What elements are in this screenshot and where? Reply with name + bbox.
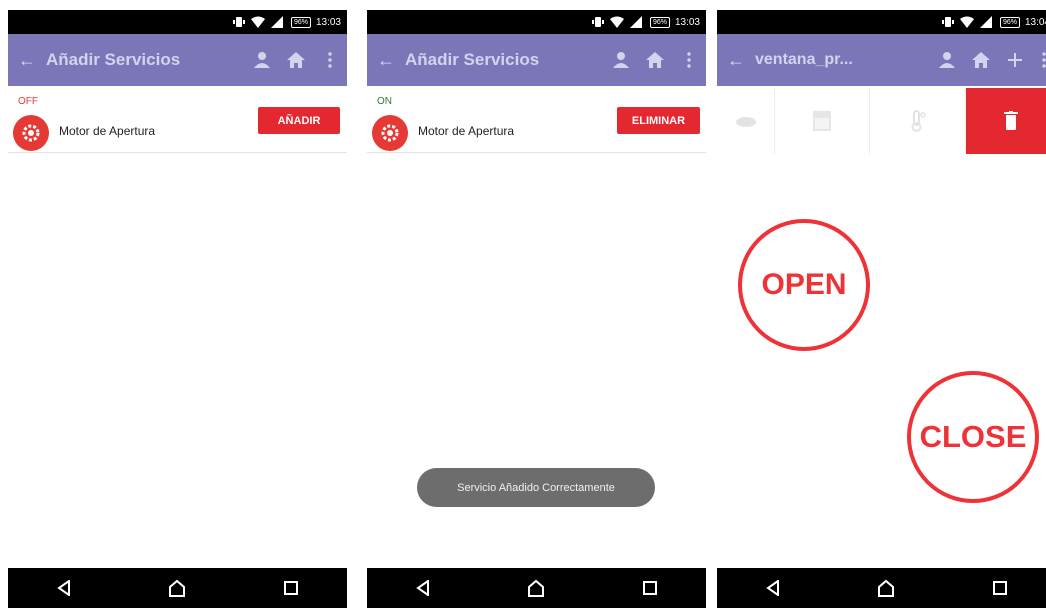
tab-delete[interactable]: [966, 88, 1046, 154]
motor-icon: [372, 115, 408, 151]
signal-icon: [979, 16, 992, 28]
app-bar: ← ventana_pr...: [717, 34, 1046, 86]
tab-temperature[interactable]: [870, 88, 966, 154]
motor-icon: [13, 115, 49, 151]
status-bar: 96% 13:04: [717, 10, 1046, 34]
battery-level: 96%: [999, 16, 1020, 28]
clock: 13:03: [315, 16, 341, 28]
battery-level: 96%: [290, 16, 311, 28]
page-title: Añadir Servicios: [405, 50, 540, 69]
status-bar: 96% 13:03: [367, 10, 706, 34]
thermometer-icon: [911, 110, 926, 132]
remove-service-button[interactable]: ELIMINAR: [617, 107, 700, 134]
window-icon: [813, 111, 831, 131]
more-vert-icon[interactable]: [313, 52, 347, 68]
service-name: Motor de Apertura: [59, 124, 156, 138]
clock: 13:04: [1024, 16, 1046, 28]
back-arrow-icon[interactable]: ←: [377, 50, 405, 71]
status-bar: 96% 13:03: [8, 10, 347, 34]
wifi-icon: [609, 16, 624, 28]
nav-recents-icon[interactable]: [284, 581, 299, 595]
service-name: Motor de Apertura: [418, 124, 515, 138]
nav-recents-icon[interactable]: [643, 581, 658, 595]
home-icon[interactable]: [964, 52, 998, 68]
signal-icon: [270, 16, 283, 28]
more-vert-icon[interactable]: [672, 52, 706, 68]
wifi-icon: [250, 16, 265, 28]
service-row: OFF Motor de Apertura AÑADIR: [8, 88, 347, 153]
toast-message: Servicio Añadido Correctamente: [417, 468, 655, 507]
nav-bar: [717, 568, 1046, 608]
service-state-label: OFF: [18, 96, 38, 107]
more-vert-icon[interactable]: [1032, 52, 1046, 68]
screen-add-services-on: 96% 13:03 ← Añadir Servicios ON Motor de…: [367, 10, 706, 608]
back-arrow-icon[interactable]: ←: [18, 50, 46, 71]
nav-bar: [367, 568, 706, 608]
tab-window[interactable]: [775, 88, 870, 154]
device-tabs: [717, 88, 1046, 154]
nav-home-icon[interactable]: [527, 579, 545, 597]
plus-icon[interactable]: [998, 53, 1032, 67]
battery-level: 96%: [649, 16, 670, 28]
close-button[interactable]: CLOSE: [907, 371, 1039, 503]
nav-back-icon[interactable]: [766, 580, 780, 596]
person-icon[interactable]: [604, 51, 638, 69]
signal-icon: [629, 16, 642, 28]
screen-window-control: 96% 13:04 ← ventana_pr... OPEN CLOSE: [717, 10, 1046, 608]
person-icon[interactable]: [245, 51, 279, 69]
nav-recents-icon[interactable]: [993, 581, 1008, 595]
clock: 13:03: [674, 16, 700, 28]
home-icon[interactable]: [279, 52, 313, 68]
screen-add-services-off: 96% 13:03 ← Añadir Servicios OFF Motor d…: [8, 10, 347, 608]
wifi-icon: [959, 16, 974, 28]
vibrate-icon: [232, 17, 245, 27]
nav-back-icon[interactable]: [416, 580, 430, 596]
nav-home-icon[interactable]: [168, 579, 186, 597]
page-title: ventana_pr...: [755, 51, 853, 68]
vibrate-icon: [941, 17, 954, 27]
service-row: ON Motor de Apertura ELIMINAR: [367, 88, 706, 153]
add-service-button[interactable]: AÑADIR: [258, 107, 340, 134]
person-icon[interactable]: [930, 51, 964, 69]
open-button[interactable]: OPEN: [738, 219, 870, 351]
app-bar: ← Añadir Servicios: [367, 34, 706, 86]
home-icon[interactable]: [638, 52, 672, 68]
back-arrow-icon[interactable]: ←: [727, 50, 755, 71]
nav-back-icon[interactable]: [57, 580, 71, 596]
nav-home-icon[interactable]: [877, 579, 895, 597]
nav-bar: [8, 568, 347, 608]
tab-weather[interactable]: [717, 88, 775, 154]
vibrate-icon: [591, 17, 604, 27]
trash-icon: [1004, 111, 1018, 130]
app-bar: ← Añadir Servicios: [8, 34, 347, 86]
service-state-label: ON: [377, 96, 392, 107]
page-title: Añadir Servicios: [46, 50, 181, 69]
cloud-icon: [735, 117, 756, 127]
